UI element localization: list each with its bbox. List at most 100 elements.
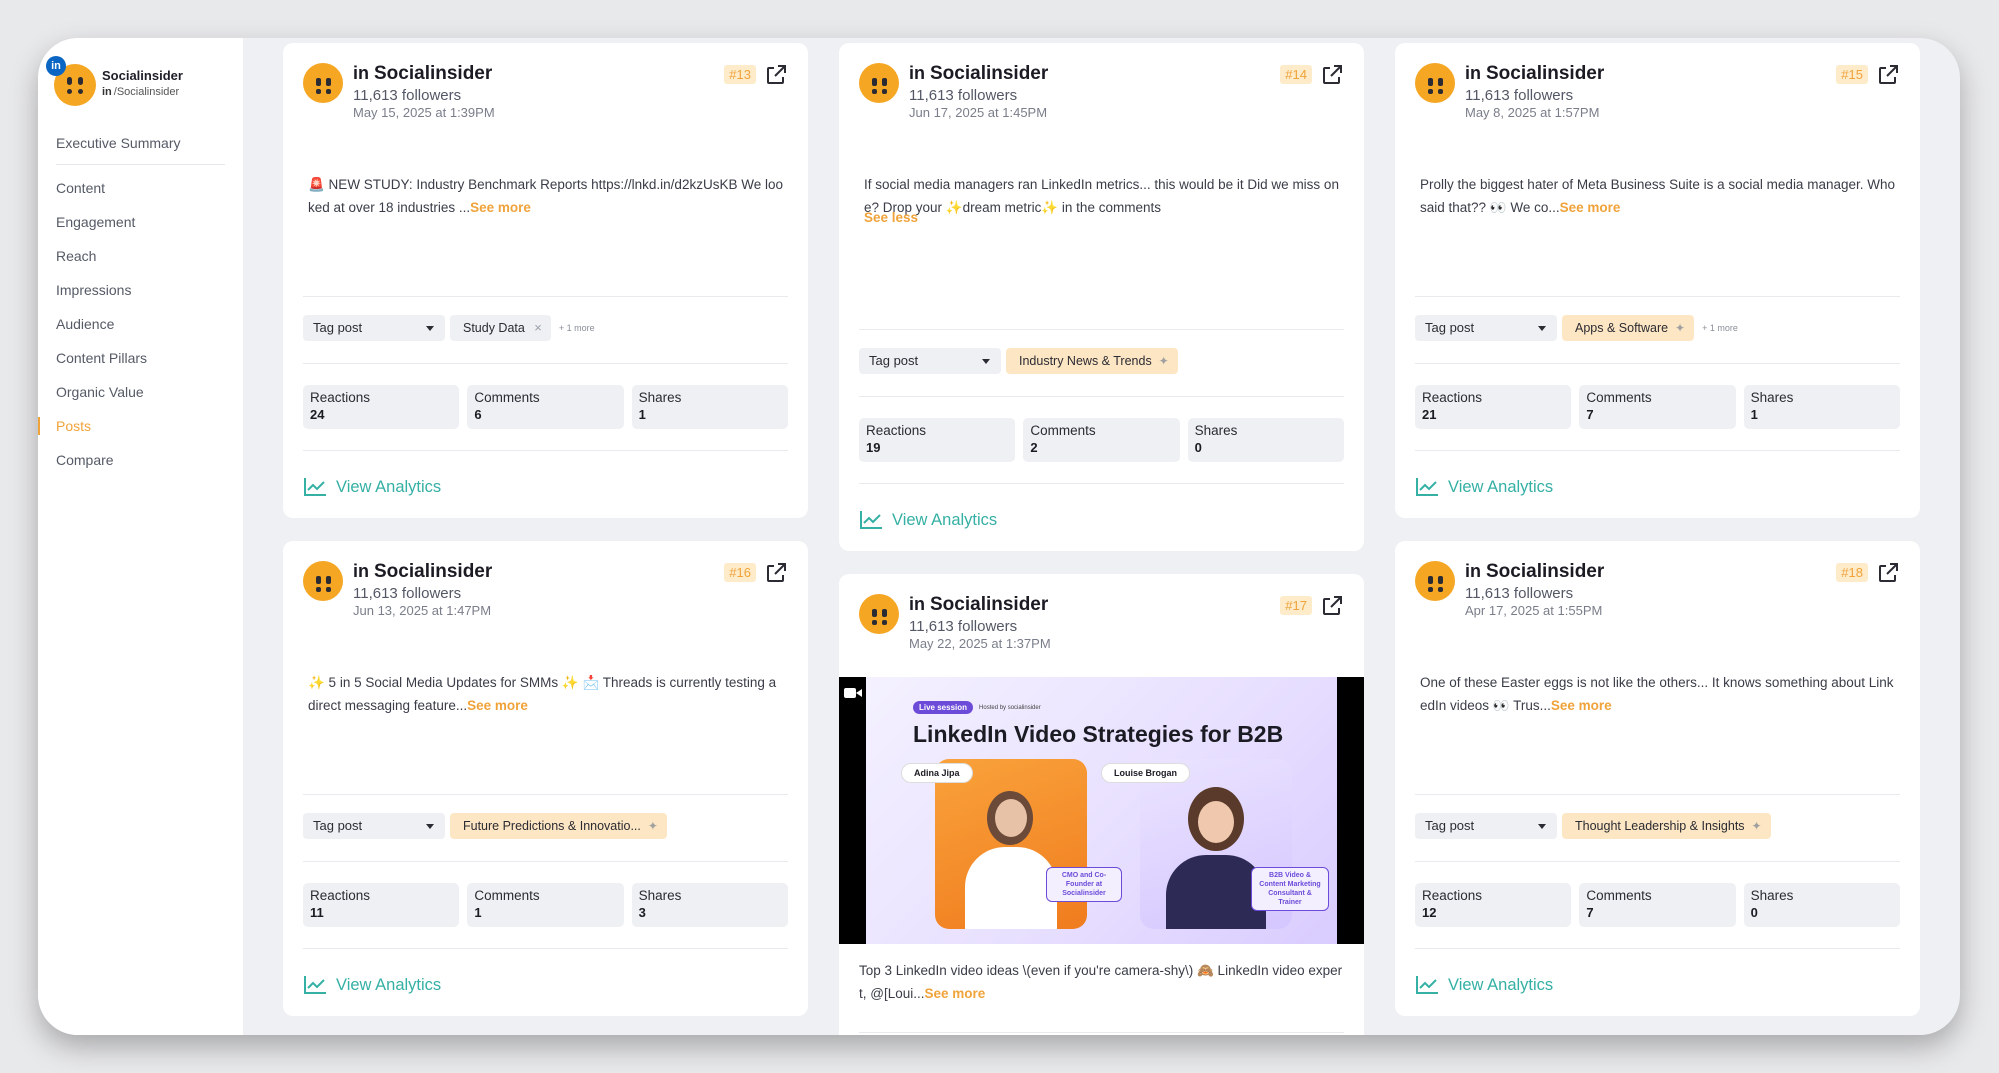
hosted-by: Hosted by socialinsider bbox=[979, 704, 1041, 711]
external-link-icon[interactable] bbox=[1320, 63, 1344, 87]
tag-post-dropdown[interactable]: Tag post bbox=[303, 813, 445, 839]
post-card: in Socialinsider 11,613 followers May 8, … bbox=[1395, 43, 1920, 518]
caret-down-icon bbox=[1538, 824, 1546, 829]
see-more-link[interactable]: See more bbox=[467, 698, 528, 713]
shares-stat: Shares 1 bbox=[631, 385, 788, 429]
divider bbox=[859, 396, 1344, 397]
see-more-link[interactable]: See more bbox=[470, 200, 531, 215]
post-card: in Socialinsider 11,613 followers May 22,… bbox=[839, 574, 1364, 1035]
divider bbox=[303, 794, 788, 795]
divider bbox=[303, 296, 788, 297]
reactions-stat: Reactions 11 bbox=[303, 883, 460, 927]
view-analytics-link[interactable]: View Analytics bbox=[1415, 475, 1553, 499]
brand-profile[interactable]: in Socialinsider in/Socialinsider bbox=[46, 52, 239, 106]
caret-down-icon bbox=[426, 326, 434, 331]
shares-stat: Shares 1 bbox=[1743, 385, 1900, 429]
avatar bbox=[1415, 63, 1455, 103]
post-card: in Socialinsider 11,613 followers Jun 17,… bbox=[839, 43, 1364, 551]
linkedin-in-icon: in bbox=[1465, 561, 1481, 581]
external-link-icon[interactable] bbox=[1320, 594, 1344, 618]
more-tags-link[interactable]: + 1 more bbox=[1702, 323, 1738, 333]
divider bbox=[1415, 450, 1900, 451]
tag-chip[interactable]: Thought Leadership & Insights ✦ bbox=[1562, 813, 1771, 839]
sidebar-item-organic-value[interactable]: Organic Value bbox=[38, 375, 243, 409]
sidebar-item-content-pillars[interactable]: Content Pillars bbox=[38, 341, 243, 375]
view-analytics-link[interactable]: View Analytics bbox=[303, 973, 441, 997]
tag-chip[interactable]: Study Data × bbox=[450, 315, 551, 341]
brand-handle: in/Socialinsider bbox=[102, 86, 180, 98]
sparkle-icon: ✦ bbox=[647, 819, 658, 833]
tag-row: Tag post Study Data × + 1 more bbox=[303, 315, 788, 341]
tag-row: Tag post Industry News & Trends ✦ bbox=[859, 348, 1344, 374]
live-badge: Live session bbox=[913, 701, 974, 714]
sidebar-item-posts[interactable]: Posts bbox=[38, 409, 243, 443]
divider bbox=[1415, 794, 1900, 795]
external-link-icon[interactable] bbox=[764, 561, 788, 585]
see-more-link[interactable]: See more bbox=[1560, 200, 1621, 215]
brand-name: Socialinsider bbox=[102, 68, 183, 83]
avatar bbox=[1415, 561, 1455, 601]
sidebar-item-executive-summary[interactable]: Executive Summary bbox=[38, 126, 243, 160]
post-header: in Socialinsider 11,613 followers May 22,… bbox=[909, 594, 1051, 651]
linkedin-in-icon: in bbox=[909, 63, 925, 83]
post-text: If social media managers ran LinkedIn me… bbox=[864, 177, 1339, 215]
sidebar-item-content[interactable]: Content bbox=[38, 171, 243, 205]
linkedin-in-icon: in bbox=[353, 63, 369, 83]
chart-line-icon bbox=[304, 478, 326, 496]
post-date: May 22, 2025 at 1:37PM bbox=[909, 636, 1051, 651]
more-tags-link[interactable]: + 1 more bbox=[559, 323, 595, 333]
view-analytics-link[interactable]: View Analytics bbox=[859, 508, 997, 532]
caret-down-icon bbox=[426, 824, 434, 829]
sidebar-item-reach[interactable]: Reach bbox=[38, 239, 243, 273]
post-header: in Socialinsider 11,613 followers Apr 17,… bbox=[1465, 561, 1604, 618]
post-header: in Socialinsider 11,613 followers May 8, … bbox=[1465, 63, 1604, 120]
post-number-badge: #13 bbox=[724, 65, 756, 84]
see-more-link[interactable]: See more bbox=[924, 986, 985, 1001]
see-more-link[interactable]: See more bbox=[1551, 698, 1612, 713]
sidebar-item-engagement[interactable]: Engagement bbox=[38, 205, 243, 239]
external-link-icon[interactable] bbox=[1876, 63, 1900, 87]
tag-post-dropdown[interactable]: Tag post bbox=[1415, 813, 1557, 839]
divider bbox=[1415, 363, 1900, 364]
post-date: Jun 17, 2025 at 1:45PM bbox=[909, 105, 1048, 120]
comments-stat: Comments 7 bbox=[1579, 385, 1736, 429]
sidebar-item-impressions[interactable]: Impressions bbox=[38, 273, 243, 307]
video-frame: Live session Hosted by socialinsider Lin… bbox=[866, 677, 1337, 944]
sidebar-item-compare[interactable]: Compare bbox=[38, 443, 243, 477]
external-link-icon[interactable] bbox=[764, 63, 788, 87]
post-text: One of these Easter eggs is not like the… bbox=[1420, 675, 1894, 713]
post-number-badge: #16 bbox=[724, 563, 756, 582]
view-analytics-link[interactable]: View Analytics bbox=[1415, 973, 1553, 997]
sidebar-item-audience[interactable]: Audience bbox=[38, 307, 243, 341]
avatar bbox=[859, 594, 899, 634]
tag-post-dropdown[interactable]: Tag post bbox=[859, 348, 1001, 374]
speaker-name-tag: Adina Jipa bbox=[901, 763, 973, 783]
external-link-icon[interactable] bbox=[1876, 561, 1900, 585]
follower-count: 11,613 followers bbox=[353, 87, 462, 104]
view-analytics-link[interactable]: View Analytics bbox=[303, 475, 441, 499]
video-thumbnail[interactable]: Live session Hosted by socialinsider Lin… bbox=[839, 677, 1364, 944]
tag-post-dropdown[interactable]: Tag post bbox=[1415, 315, 1557, 341]
divider bbox=[859, 483, 1344, 484]
author-name: in Socialinsider bbox=[1465, 63, 1605, 84]
close-icon[interactable]: × bbox=[534, 315, 542, 341]
divider bbox=[303, 450, 788, 451]
post-number-badge: #15 bbox=[1836, 65, 1868, 84]
shares-stat: Shares 0 bbox=[1743, 883, 1900, 927]
post-header: in Socialinsider 11,613 followers Jun 13,… bbox=[353, 561, 492, 618]
tag-chip[interactable]: Apps & Software ✦ bbox=[1562, 315, 1695, 341]
post-number-badge: #18 bbox=[1836, 563, 1868, 582]
post-card: in Socialinsider 11,613 followers Jun 13,… bbox=[283, 541, 808, 1016]
tag-chip[interactable]: Future Predictions & Innovatio... ✦ bbox=[450, 813, 667, 839]
reactions-stat: Reactions 21 bbox=[1415, 385, 1572, 429]
tag-chip[interactable]: Industry News & Trends ✦ bbox=[1006, 348, 1178, 374]
author-name: in Socialinsider bbox=[909, 63, 1049, 84]
live-session-label: Live session Hosted by socialinsider bbox=[913, 701, 1041, 714]
speaker-photo bbox=[935, 759, 1087, 929]
see-less-link[interactable]: See less bbox=[864, 206, 918, 229]
stats-row: Reactions 24 Comments 6 Shares 1 bbox=[303, 385, 788, 429]
shares-stat: Shares 0 bbox=[1187, 418, 1344, 462]
tag-post-dropdown[interactable]: Tag post bbox=[303, 315, 445, 341]
linkedin-in-icon: in bbox=[1465, 63, 1481, 83]
post-card: in Socialinsider 11,613 followers Apr 17,… bbox=[1395, 541, 1920, 1016]
